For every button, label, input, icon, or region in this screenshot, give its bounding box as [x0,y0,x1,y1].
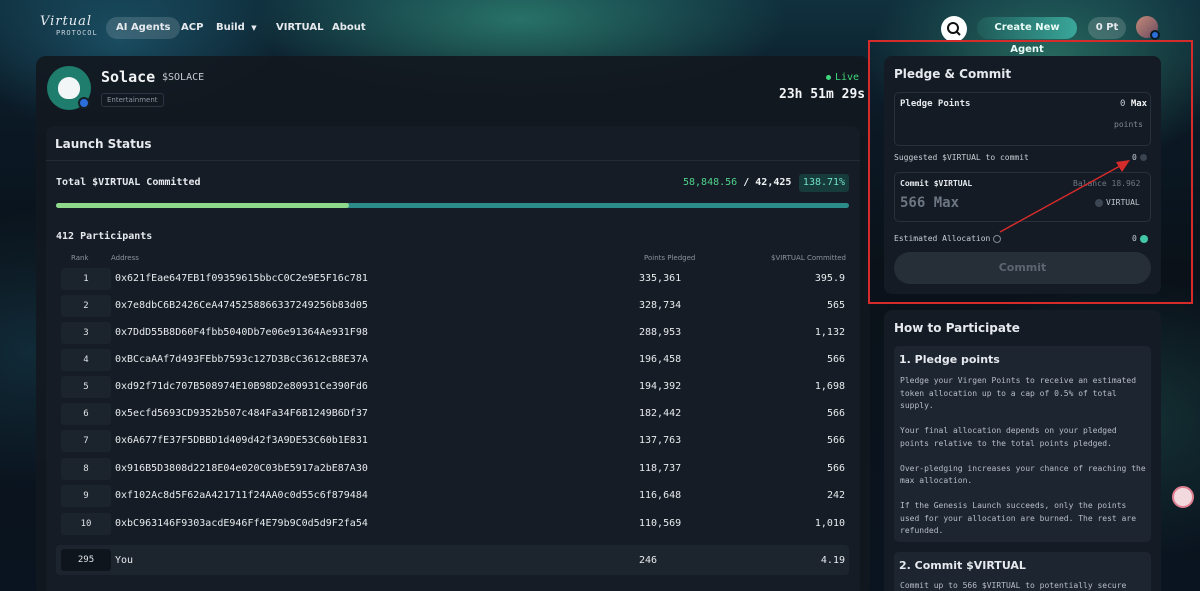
annotation-arrow [999,160,1130,233]
